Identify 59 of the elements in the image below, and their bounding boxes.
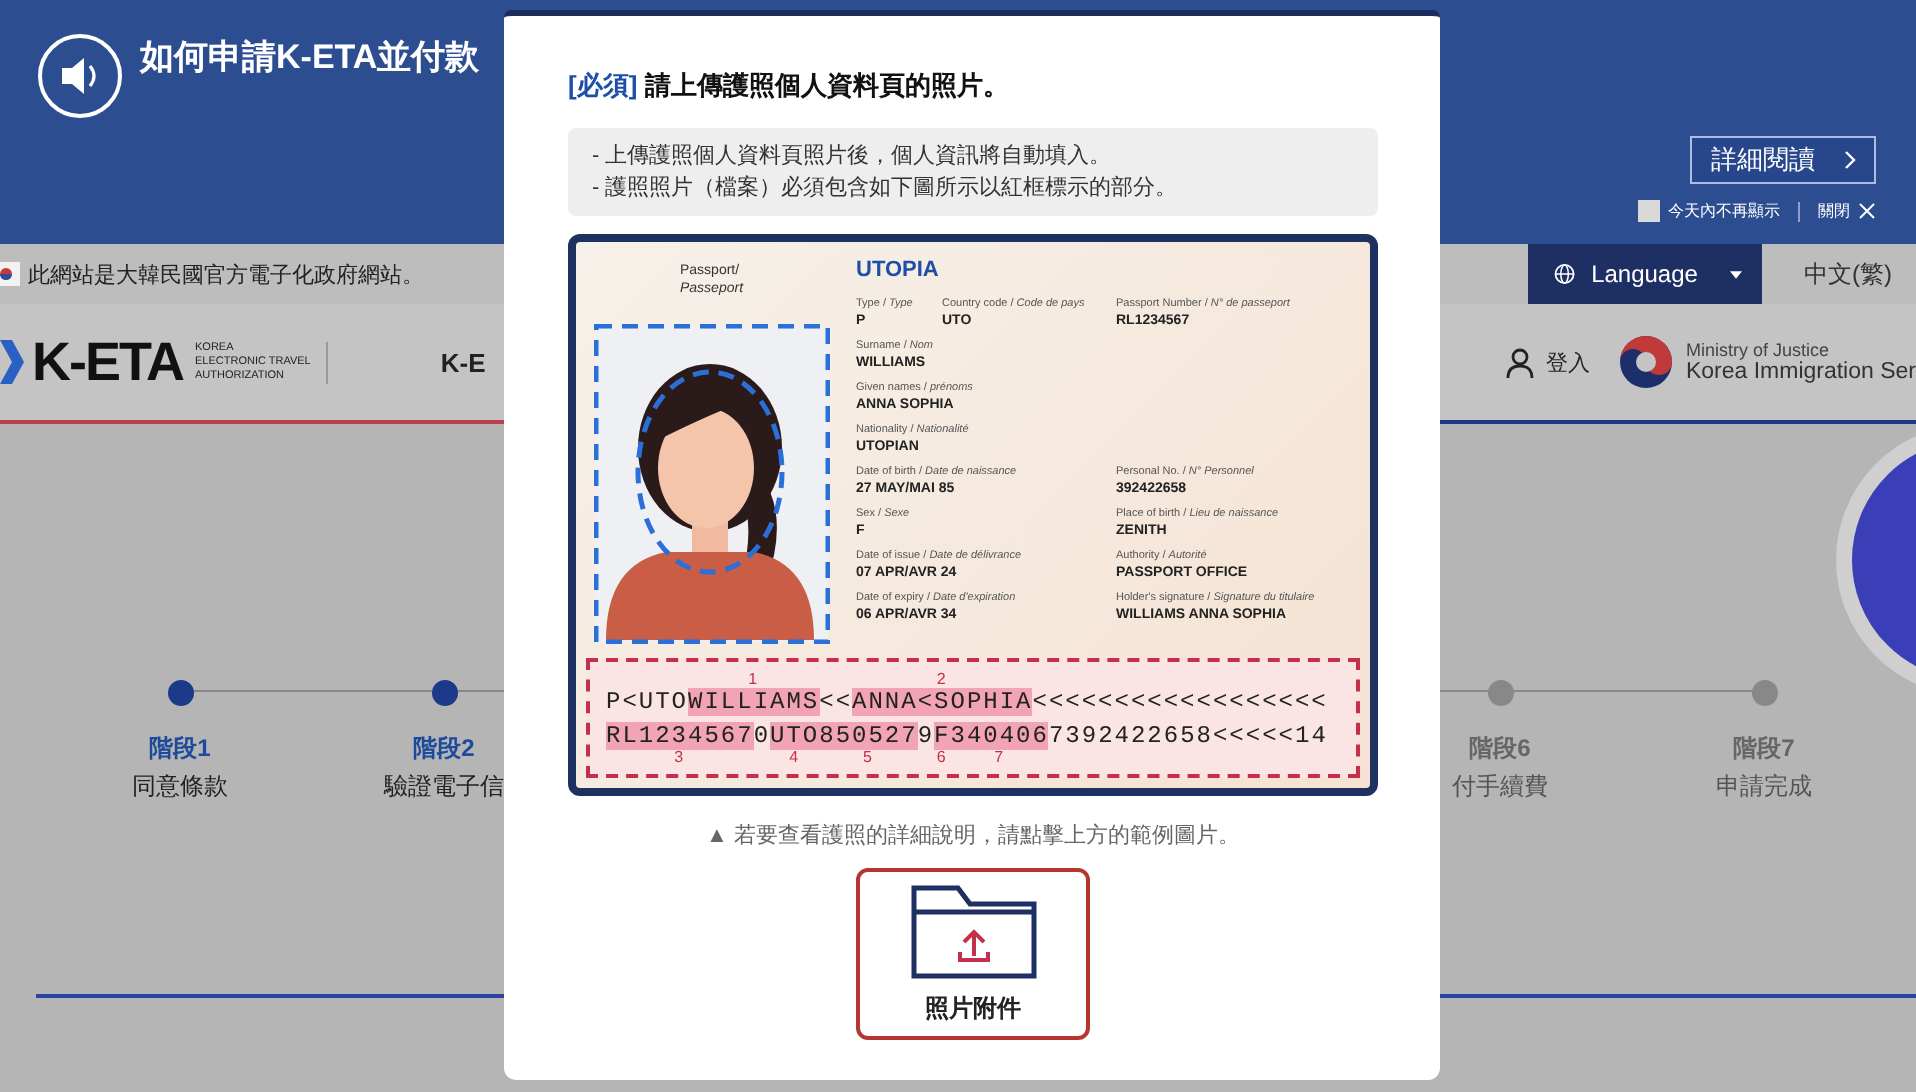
checkbox[interactable] [1638,200,1660,222]
agency-name: Korea Immigration Ser [1685,360,1916,384]
step-number: 階段1 [149,732,211,766]
mrz-text: <<<<<<<<<<<<<<<<<< [1032,687,1328,715]
step-number: 階段2 [413,732,475,766]
step-name: 同意條款 [132,770,228,804]
mrz-text: 9 [917,721,935,749]
upload-button[interactable]: 照片附件 [856,868,1090,1040]
mrz-text: 7392422658<<<<<14 [1048,721,1328,749]
mrz-text: F [934,721,951,749]
step-name: 驗證電子信 [384,770,504,804]
country-name: UTOPIA [856,258,941,282]
banner-title: 如何申請K-ETA並付款 [140,36,480,80]
chevron-icon [1843,150,1855,170]
mrz-text: 850527 [819,721,918,749]
language-button[interactable]: Language [1528,244,1762,304]
folder-upload-icon [909,883,1037,979]
note-text: - 護照照片（檔案）必須包含如下圖所示以紅框標示的部分。 [592,173,1180,204]
zone-number: 7 [994,747,1006,765]
login-link[interactable]: 登入 [1545,347,1590,377]
mrz-text: P<UTO [606,687,689,715]
current-language[interactable]: 中文(繁) [1804,257,1892,291]
speaker-icon[interactable] [36,32,124,120]
step-number: 階段7 [1733,732,1795,766]
step-name: 申請完成 [1716,770,1812,804]
dialog-title: 請上傳護照個人資料頁的照片。 [645,68,1010,104]
passport-sample[interactable] [568,234,1378,796]
globe-icon [1554,260,1576,288]
zone-number: 3 [674,747,686,765]
zone-number: 5 [863,747,874,765]
emblem-icon [1617,334,1674,390]
government-notice: 此網站是大韓民國官方電子化政府網站。 [28,261,424,289]
flag-icon [0,262,20,286]
mrz-text: RL1234567 [606,721,754,749]
step-name: 付手續費 [1452,770,1548,804]
zone-number: 2 [936,669,948,687]
close-icon[interactable] [1858,202,1876,220]
hint-text: ▲ 若要查看護照的詳細說明，請點擊上方的範例圖片。 [704,821,1242,850]
mrz-text: 0 [753,721,771,749]
logo-mark-icon [0,340,24,384]
zone-number: 1 [748,669,760,687]
caret-icon [1729,269,1742,279]
step-number: 階段6 [1469,732,1531,766]
ministry-name: Ministry of Justice [1685,340,1831,360]
zone-number: 4 [789,747,801,765]
logo-text: K-ETA [32,331,183,393]
zone-number: 6 [936,747,948,765]
mrz-text: UTO [770,721,820,749]
required-tag: [必須] [568,68,638,104]
checkbox-label: 今天內不再顯示 [1668,200,1780,222]
read-more-button[interactable]: 詳細閱讀 [1690,136,1876,184]
note-text: - 上傳護照個人資料頁照片後，個人資訊將自動填入。 [592,142,1114,172]
close-link[interactable]: 關閉 [1818,200,1850,222]
mrz-text: WILLIAMS [688,687,820,715]
mrz-text: ANNA<SOPHIA [852,687,1033,715]
person-icon[interactable] [1505,347,1534,377]
mrz-text: 340406 [950,721,1049,749]
nav-item[interactable]: K-E [440,347,486,377]
mrz-text: << [819,687,853,715]
